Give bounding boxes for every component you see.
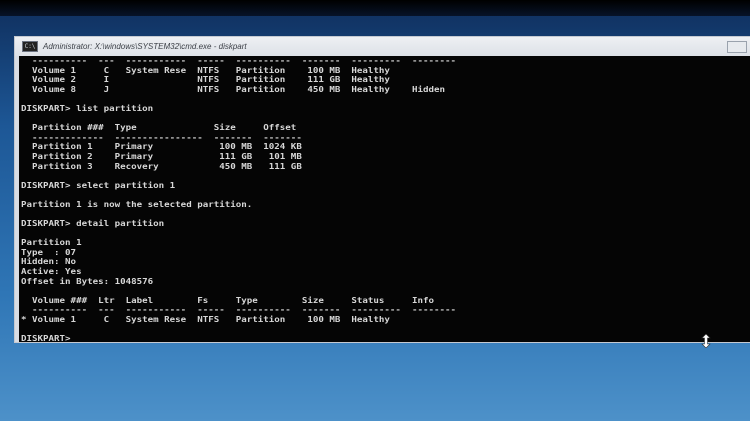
move-cursor-icon (701, 334, 711, 348)
console-line: Partition 3 Recovery 450 MB 111 GB (21, 160, 302, 171)
monitor-bezel (0, 0, 750, 16)
console-line: DISKPART> list partition (21, 102, 154, 113)
title-bar[interactable]: C:\ Administrator: X:\windows\SYSTEM32\c… (15, 37, 750, 56)
console-line: DISKPART> select partition 1 (21, 179, 176, 190)
cmd-window[interactable]: C:\ Administrator: X:\windows\SYSTEM32\c… (14, 36, 750, 343)
console-line: Type : 07 (21, 246, 77, 257)
console-line: Partition 1 is now the selected partitio… (21, 198, 253, 209)
console-line: * Volume 1 C System Rese NTFS Partition … (21, 314, 390, 325)
console-line: DISKPART> (21, 333, 71, 344)
minimize-button[interactable] (727, 41, 747, 53)
console-line: Partition 1 (21, 237, 82, 248)
window-title: Administrator: X:\windows\SYSTEM32\cmd.e… (43, 42, 247, 51)
console-line: Hidden: No (21, 256, 77, 267)
console-lines: ---------- --- ----------- ----- -------… (21, 55, 456, 344)
console-line: Volume 8 J NTFS Partition 450 MB Healthy… (21, 83, 445, 94)
console-line: DISKPART> detail partition (21, 218, 165, 229)
console-output[interactable]: ---------- --- ----------- ----- -------… (19, 55, 750, 344)
console-line: Offset in Bytes: 1048576 (21, 275, 154, 286)
window-controls (727, 41, 747, 53)
cmd-icon: C:\ (22, 41, 38, 52)
